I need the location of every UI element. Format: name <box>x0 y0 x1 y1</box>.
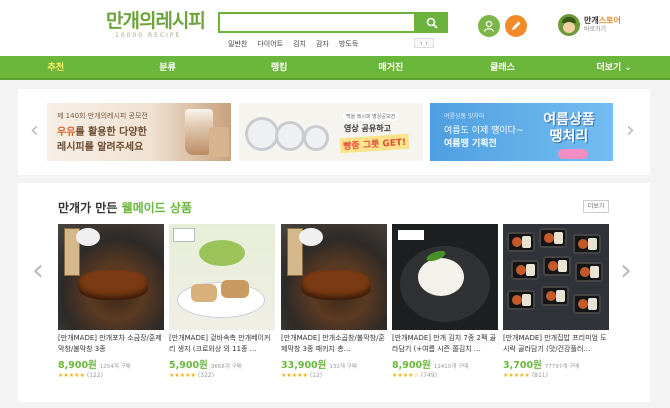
banner-text: 빵중 그릇 GET! <box>339 133 410 154</box>
search-icon <box>426 17 438 29</box>
banner-video-contest[interactable]: 백을 레시피 영상공모전 영상 공유하고 빵중 그릇 GET! <box>239 103 423 161</box>
store-mascot-icon <box>558 14 580 36</box>
product-card[interactable]: [만개MADE] 만개소곱창/불막창/훈제막창 3종 패키지 총… 33,900… <box>281 224 387 379</box>
banner-text: 제 140회 만개의레시피 공모전 <box>57 112 148 120</box>
keyword-link[interactable]: 김치 <box>293 39 306 49</box>
product-rating: ★★★★★ (122) <box>58 372 103 379</box>
product-rating: ★★★★★ (12) <box>281 372 323 379</box>
user-icon <box>483 20 495 32</box>
pencil-icon <box>512 21 521 30</box>
product-image <box>281 224 387 330</box>
plate-image <box>303 125 329 151</box>
banner-contest[interactable]: 제 140회 만개의레시피 공모전 우유를 활용한 다양한 레시피를 알려주세요 <box>47 103 231 161</box>
coffee-cup-image <box>209 127 229 157</box>
keyword-prev-button[interactable]: ‹ <box>420 40 422 47</box>
keyword-link[interactable]: 방도둑 <box>339 39 358 49</box>
chevron-right-icon[interactable]: › <box>626 120 635 142</box>
chevron-left-icon[interactable]: ‹ <box>30 120 39 142</box>
nav-item-category[interactable]: 분류 <box>112 56 224 78</box>
product-sold: 1254개 구매 <box>99 364 131 370</box>
product-title: [만개MADE] 만개소곱창/불막창/훈제막창 3종 패키지 총… <box>281 334 385 353</box>
product-sold: 3668개 구매 <box>210 364 242 370</box>
banner-text: 여름도 이제 땡이다~ <box>444 126 524 136</box>
store-link[interactable]: 만개스토어 바로가기 <box>558 14 621 36</box>
product-rating: ★★★★★ (811) <box>503 372 548 379</box>
banner-summer-sale[interactable]: 여름상품 맛차미 여름도 이제 땡이다~ 여름땡 기획전 여름상품 땡처리 <box>430 103 613 161</box>
product-sold: 132개 구매 <box>329 364 357 370</box>
product-rating: ★★★★★ (322) <box>169 372 214 379</box>
product-price: 8,900원 <box>58 360 97 371</box>
keyword-link[interactable]: 다이어트 <box>257 39 283 49</box>
product-image <box>169 224 275 330</box>
banner-text: 영상 공유하고 <box>344 124 391 133</box>
keyword-pager: ‹ › <box>414 38 434 48</box>
search-input[interactable] <box>218 12 416 33</box>
product-image <box>503 224 609 330</box>
more-button[interactable]: 더보기 <box>583 200 609 213</box>
header: 만개의레시피 10000 RECIPE 밀반찬 다이어트 김치 감자 방도둑 ‹… <box>0 0 670 56</box>
banner-headline: 여름상품 땡처리 <box>543 112 595 145</box>
banner-text: 우유를 활용한 다양한 <box>57 127 147 138</box>
product-sold: 77797개 구매 <box>544 364 580 370</box>
product-price: 5,900원 <box>169 360 208 371</box>
nav-item-class[interactable]: 클래스 <box>447 56 559 78</box>
login-button[interactable] <box>478 15 500 37</box>
product-sold: 11410개 구매 <box>433 364 469 370</box>
product-title: [만개MADE] 만개집밥 프리미엄 도시락 골라담기 (맛/건강플러… <box>503 334 607 353</box>
banner-text: 레시피를 알려주세요 <box>57 142 144 153</box>
nav-item-more[interactable]: 더보기 ⌄ <box>558 56 670 78</box>
product-card[interactable]: [만개MADE] 만개포차 소금장/훈제막창/불막창 3종 8,900원 1254… <box>58 224 164 379</box>
float-image <box>558 149 588 159</box>
product-title: [만개MADE] 만개포차 소금장/훈제막창/불막창 3종 <box>58 334 162 353</box>
main-nav: 추천 분류 랭킹 매거진 클래스 더보기 ⌄ <box>0 56 670 80</box>
popular-keywords: 밀반찬 다이어트 김치 감자 방도둑 <box>228 39 358 49</box>
product-price: 33,900원 <box>281 360 327 371</box>
store-sub: 바로가기 <box>584 26 607 33</box>
logo[interactable]: 만개의레시피 10000 RECIPE <box>106 10 216 40</box>
banner-text: 여름상품 맛차미 <box>444 113 485 120</box>
nav-item-magazine[interactable]: 매거진 <box>335 56 447 78</box>
product-title: [만개MADE] 만개 김치 7종 2팩 골라담기 (+여름 시즌 쫄김치 … <box>392 334 497 353</box>
keyword-link[interactable]: 밀반찬 <box>228 39 247 49</box>
banner-tag: 백을 레시피 영상공모전 <box>343 112 399 121</box>
section-title: 만개가 만든 웰메이드 상품 <box>58 201 192 215</box>
logo-subtext: 10000 RECIPE <box>115 32 182 39</box>
chevron-left-icon[interactable]: ‹ <box>32 256 44 286</box>
logo-text: 만개의레시피 <box>106 10 206 32</box>
chevron-right-icon[interactable]: › <box>620 256 632 286</box>
product-rating: ★★★★☆ (749) <box>392 372 437 379</box>
search-button[interactable] <box>416 12 448 33</box>
banner-text: 여름땡 기획전 <box>444 139 497 149</box>
write-recipe-button[interactable] <box>505 15 527 37</box>
plate-image <box>275 121 305 151</box>
product-price: 8,900원 <box>392 360 431 371</box>
keyword-link[interactable]: 감자 <box>316 39 329 49</box>
product-card[interactable]: [만개MADE] 만개 김치 7종 2팩 골라담기 (+여름 시즌 쫄김치 … … <box>392 224 498 379</box>
nav-item-ranking[interactable]: 랭킹 <box>223 56 335 78</box>
plate-image <box>245 117 279 151</box>
product-card[interactable]: [만개MADE] 만개집밥 프리미엄 도시락 골라담기 (맛/건강플러… 3,7… <box>503 224 609 379</box>
nav-item-recommend[interactable]: 추천 <box>0 56 112 78</box>
product-image <box>392 224 498 330</box>
product-title: [만개MADE] 겉바속촉 만개베이커리 생지 (크로와상 외 11종 … <box>169 334 271 353</box>
keyword-next-button[interactable]: › <box>426 40 428 47</box>
store-name: 만개스토어 <box>584 16 621 25</box>
product-card[interactable]: [만개MADE] 겉바속촉 만개베이커리 생지 (크로와상 외 11종 … 5,… <box>169 224 275 379</box>
product-image <box>58 224 164 330</box>
product-price: 3,700원 <box>503 360 542 371</box>
